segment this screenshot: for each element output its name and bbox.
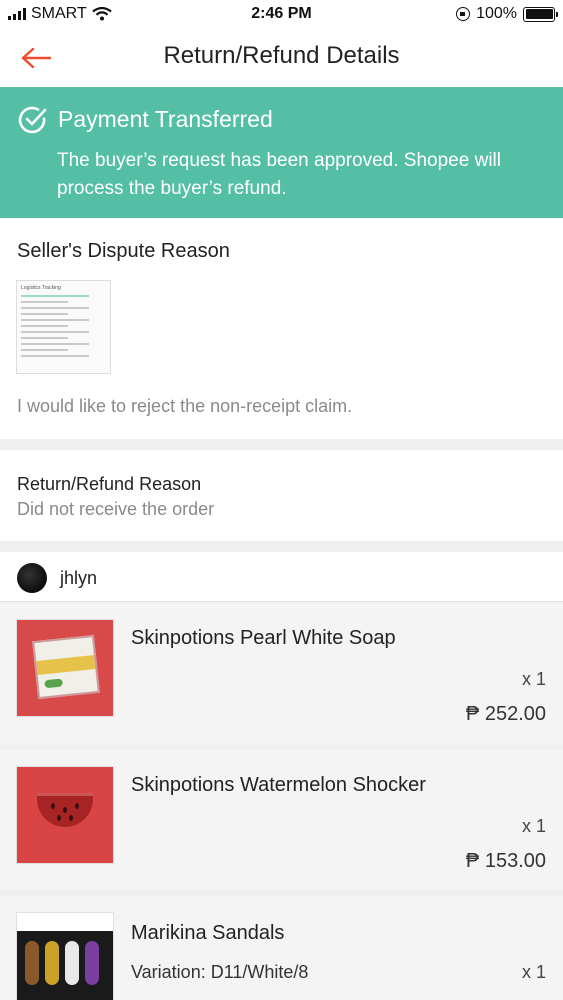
product-name: Skinpotions Watermelon Shocker [131, 774, 426, 796]
product-name: Marikina Sandals [131, 922, 285, 944]
check-circle-icon [18, 106, 47, 134]
product-item[interactable]: Skinpotions Pearl White Soap x 1 ₱ 252.0… [0, 603, 563, 745]
orientation-lock-icon [456, 7, 471, 21]
refund-reason-value: Did not receive the order [17, 499, 215, 519]
status-bar: SMART 2:46 PM 100% [0, 0, 563, 30]
product-image [16, 912, 114, 1000]
dispute-title: Seller's Dispute Reason [17, 240, 230, 262]
product-item[interactable]: Skinpotions Watermelon Shocker x 1 ₱ 153… [0, 750, 563, 890]
battery-percent: 100% [476, 5, 517, 22]
product-price: ₱ 252.00 [465, 703, 546, 725]
product-price: ₱ 153.00 [465, 850, 546, 872]
product-image [16, 766, 114, 864]
status-banner: Payment Transferred The buyer’s request … [0, 87, 563, 218]
shop-row[interactable]: jhlyn [0, 552, 563, 602]
refund-reason-section: Return/Refund Reason Did not receive the… [0, 450, 563, 541]
product-item[interactable]: Marikina Sandals Variation: D11/White/8 … [0, 896, 563, 1000]
battery-icon [523, 6, 558, 22]
dispute-section: Seller's Dispute Reason Logistics Tracki… [0, 218, 563, 439]
product-name: Skinpotions Pearl White Soap [131, 627, 396, 649]
product-variation: Variation: D11/White/8 [131, 962, 309, 982]
product-image [16, 619, 114, 717]
shop-name: jhlyn [60, 568, 98, 588]
status-right: 100% [456, 5, 558, 23]
product-quantity: x 1 [521, 669, 546, 689]
banner-title: Payment Transferred [58, 106, 273, 132]
product-quantity: x 1 [521, 962, 546, 982]
dispute-reason-text: I would like to reject the non-receipt c… [17, 396, 353, 416]
refund-reason-title: Return/Refund Reason [17, 474, 202, 494]
evidence-image[interactable]: Logistics Tracking [16, 280, 111, 374]
evidence-image-label: Logistics Tracking [21, 285, 61, 291]
page-title: Return/Refund Details [163, 42, 400, 69]
product-quantity: x 1 [521, 816, 546, 836]
banner-message: The buyer’s request has been approved. S… [57, 150, 501, 199]
shop-avatar [17, 563, 47, 593]
nav-header: Return/Refund Details [0, 30, 563, 87]
